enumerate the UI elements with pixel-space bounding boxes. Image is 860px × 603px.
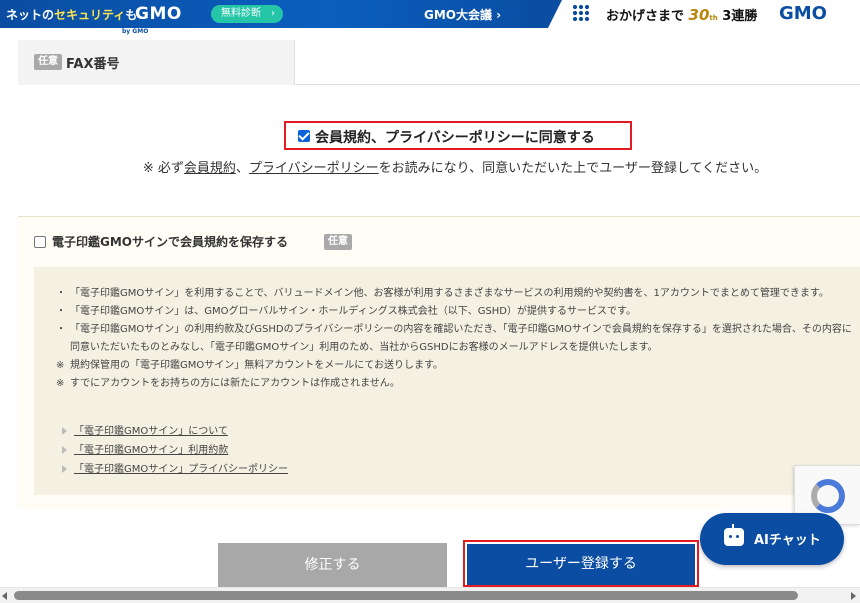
agreement-checkbox[interactable] <box>298 130 310 142</box>
gmo-sign-section: 電子印鑑GMOサインで会員規約を保存する 任意 ・「電子印鑑GMOサイン」を利用… <box>18 216 860 509</box>
ai-chat-label: AIチャット <box>754 533 821 548</box>
list-item: ※ 規約保管用の「電子印鑑GMOサイン」無料アカウントをメールにてお送りします。 <box>56 357 856 375</box>
bullet-mark: ・ <box>56 306 66 317</box>
scroll-right-arrow-icon[interactable] <box>851 592 856 600</box>
by-gmo-logo: by GMO <box>122 28 149 35</box>
list-item: ※ すでにアカウントをお持ちの方には新たにアカウントは作成されません。 <box>56 375 856 393</box>
triangle-right-icon <box>62 427 67 435</box>
notice-suffix: をお読みになり、同意いただいた上でユーザー登録してください。 <box>378 161 768 176</box>
list-item-text: すでにアカウントをお持ちの方には新たにアカウントは作成されません。 <box>70 378 400 389</box>
list-item-text: 「電子印鑑GMOサイン」は、GMOグローバルサイン・ホールディングス株式会社（以… <box>70 306 637 317</box>
triangle-right-icon <box>62 446 67 454</box>
gmo-conference-link[interactable]: GMO大会議 › <box>424 6 501 23</box>
optional-badge: 任意 <box>324 234 352 250</box>
thirty-number: 30 <box>688 6 710 24</box>
gmo-logo-right: GMO <box>779 3 827 24</box>
link-item: 「電子印鑑GMOサイン」プライバシーポリシー <box>62 460 288 479</box>
register-button[interactable]: ユーザー登録する <box>467 544 695 585</box>
notice-prefix: ※ 必ず <box>142 161 184 176</box>
fax-label-cell: 任意 FAX番号 <box>18 40 295 85</box>
terms-link[interactable]: 会員規約 <box>184 161 236 176</box>
dots-grid-icon <box>572 4 590 22</box>
chevron-right-icon: › <box>271 8 275 19</box>
list-item-text: 規約保管用の「電子印鑑GMOサイン」無料アカウントをメールにてお送りします。 <box>70 360 443 371</box>
free-diagnosis-button[interactable]: 無料診断 › <box>211 5 283 23</box>
agreement-checkbox-wrapper[interactable]: 会員規約、プライバシーポリシーに同意する <box>284 121 632 150</box>
horizontal-scrollbar[interactable] <box>0 587 860 603</box>
anniversary-text: おかげさまで 30th 3連勝 <box>606 5 757 24</box>
gmo-sign-terms-link[interactable]: 「電子印鑑GMOサイン」利用約款 <box>74 445 228 456</box>
robot-icon <box>724 524 744 546</box>
thirty-suffix: th <box>709 14 718 22</box>
thanks-text: おかげさまで <box>606 9 685 24</box>
list-item: ・「電子印鑑GMOサイン」の利用約款及びGSHDのプライバシーポリシーの内容を確… <box>56 321 856 357</box>
fix-button[interactable]: 修正する <box>218 543 447 587</box>
gmo-sign-checkbox[interactable] <box>34 236 46 248</box>
fax-label: FAX番号 <box>66 57 120 72</box>
agreement-notice: ※ 必ず会員規約、プライバシーポリシーをお読みになり、同意いただいた上でユーザー… <box>0 157 860 176</box>
list-item: ・「電子印鑑GMOサイン」は、GMOグローバルサイン・ホールディングス株式会社（… <box>56 303 856 321</box>
gmo-sign-info-panel: ・「電子印鑑GMOサイン」を利用することで、バリュードメイン他、お客様が利用する… <box>34 267 860 495</box>
fax-form-row: 任意 FAX番号 <box>18 40 860 85</box>
gmo-sign-info-list: ・「電子印鑑GMOサイン」を利用することで、バリュードメイン他、お客様が利用する… <box>56 285 856 393</box>
notice-separator: 、 <box>235 161 249 176</box>
gmo-sign-label[interactable]: 電子印鑑GMOサインで会員規約を保存する <box>52 233 288 250</box>
free-diagnosis-label: 無料診断 <box>221 8 261 19</box>
scrollbar-thumb[interactable] <box>14 591 798 600</box>
triangle-right-icon <box>62 465 67 473</box>
recaptcha-icon <box>811 479 845 513</box>
note-mark: ※ <box>56 360 65 371</box>
security-prefix: ネットの <box>6 8 55 22</box>
privacy-policy-link[interactable]: プライバシーポリシー <box>249 161 379 176</box>
top-ad-banner[interactable]: ネットのセキュリティも GMO 無料診断 › GMO大会議 › おかげさまで 3… <box>0 0 860 28</box>
link-item: 「電子印鑑GMOサイン」について <box>62 422 288 441</box>
ai-chat-button[interactable]: AIチャット <box>700 513 844 565</box>
gmo-logo: GMO <box>135 4 182 24</box>
list-item: ・「電子印鑑GMOサイン」を利用することで、バリュードメイン他、お客様が利用する… <box>56 285 856 303</box>
bullet-mark: ・ <box>56 324 66 335</box>
list-item-text: 「電子印鑑GMOサイン」を利用することで、バリュードメイン他、お客様が利用するさ… <box>70 288 829 299</box>
link-item: 「電子印鑑GMOサイン」利用約款 <box>62 441 288 460</box>
security-ad-text: ネットのセキュリティも <box>6 6 137 23</box>
gmo-sign-about-link[interactable]: 「電子印鑑GMOサイン」について <box>74 426 228 437</box>
agreement-label[interactable]: 会員規約、プライバシーポリシーに同意する <box>315 127 595 147</box>
consecutive-wins: 3連勝 <box>722 9 758 24</box>
optional-badge: 任意 <box>34 54 62 70</box>
site-header: by GMO <box>0 28 860 40</box>
gmo-sign-links: 「電子印鑑GMOサイン」について 「電子印鑑GMOサイン」利用約款 「電子印鑑G… <box>62 422 288 479</box>
security-ad[interactable]: ネットのセキュリティも GMO 無料診断 › GMO大会議 › <box>0 0 562 28</box>
security-highlight: セキュリティ <box>54 8 126 22</box>
gmo-sign-privacy-link[interactable]: 「電子印鑑GMOサイン」プライバシーポリシー <box>74 464 288 475</box>
bullet-mark: ・ <box>56 288 66 299</box>
list-item-text: 「電子印鑑GMOサイン」の利用約款及びGSHDのプライバシーポリシーの内容を確認… <box>70 324 852 353</box>
scroll-left-arrow-icon[interactable] <box>2 592 7 600</box>
note-mark: ※ <box>56 378 65 389</box>
